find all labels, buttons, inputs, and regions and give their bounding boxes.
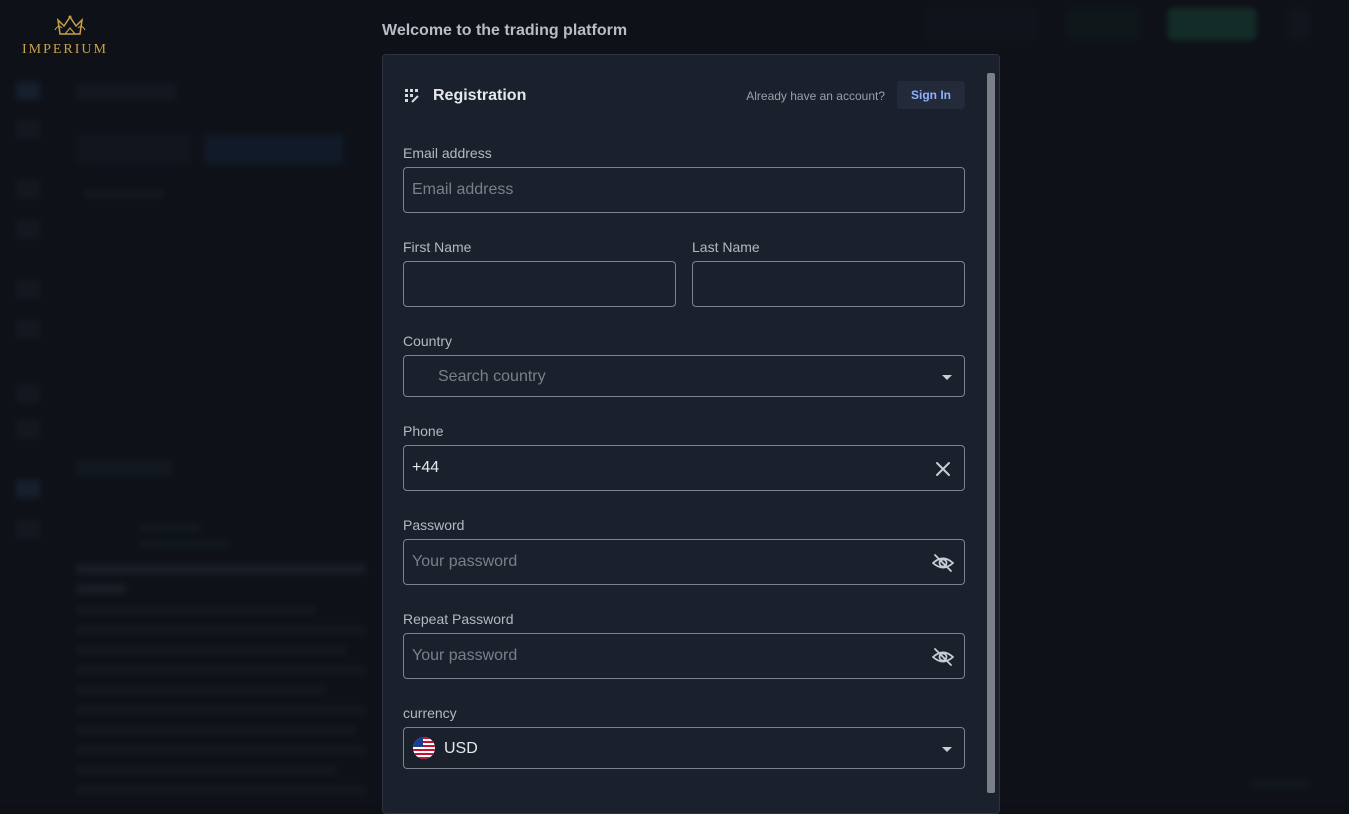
last-name-field-container xyxy=(692,261,965,307)
crown-logo-icon xyxy=(54,14,86,40)
repeat-password-field[interactable] xyxy=(404,634,964,678)
currency-value: USD xyxy=(444,740,478,758)
first-name-label: First Name xyxy=(403,239,471,255)
first-name-field[interactable] xyxy=(404,262,675,306)
password-field[interactable] xyxy=(404,540,964,584)
chevron-down-icon[interactable] xyxy=(942,375,952,380)
us-flag-icon xyxy=(413,737,435,759)
country-placeholder: Search country xyxy=(438,368,546,386)
repeat-password-label: Repeat Password xyxy=(403,611,514,627)
currency-label: currency xyxy=(403,705,457,721)
phone-label: Phone xyxy=(403,423,443,439)
chevron-down-icon[interactable] xyxy=(942,747,952,752)
phone-field-container xyxy=(403,445,965,491)
email-label: Email address xyxy=(403,145,492,161)
repeat-password-field-container xyxy=(403,633,965,679)
email-field-container xyxy=(403,167,965,213)
imperium-logo: IMPERIUM xyxy=(10,14,120,60)
email-field[interactable] xyxy=(404,168,964,212)
currency-select[interactable]: USD xyxy=(403,727,965,769)
last-name-label: Last Name xyxy=(692,239,760,255)
registration-header: Registration Already have an account? Si… xyxy=(403,81,965,111)
registration-title: Registration xyxy=(433,87,526,105)
already-account-text: Already have an account? xyxy=(746,89,885,103)
sign-in-button[interactable]: Sign In xyxy=(897,81,965,109)
close-icon[interactable] xyxy=(932,458,954,480)
last-name-field[interactable] xyxy=(693,262,964,306)
registration-modal: Registration Already have an account? Si… xyxy=(382,54,1000,814)
eye-off-icon[interactable] xyxy=(932,646,954,668)
logo-wordmark: IMPERIUM xyxy=(10,42,120,58)
password-field-container xyxy=(403,539,965,585)
registration-grid-icon xyxy=(405,89,419,103)
country-select[interactable]: Search country xyxy=(403,355,965,397)
scrollbar-thumb[interactable] xyxy=(987,73,995,793)
page-title: Welcome to the trading platform xyxy=(382,22,627,40)
country-label: Country xyxy=(403,333,452,349)
first-name-field-container xyxy=(403,261,676,307)
password-label: Password xyxy=(403,517,464,533)
phone-field[interactable] xyxy=(404,446,964,490)
eye-off-icon[interactable] xyxy=(932,552,954,574)
